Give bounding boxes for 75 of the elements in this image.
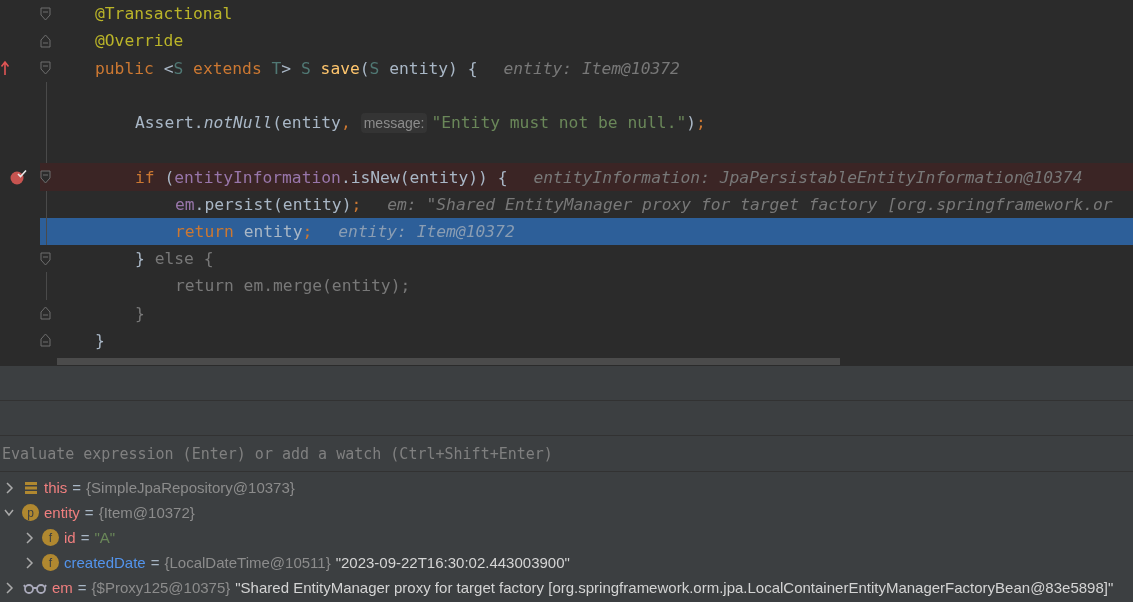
code-token: T [271,58,282,78]
inline-value-hint: em: "Shared EntityManager proxy for target factory [org.springframework.or [387,194,1113,214]
variable-value: "2023-09-22T16:30:02.443003900" [335,554,570,571]
code-token: } [95,330,105,350]
equals-sign: = [77,579,87,596]
code-token: entity) { [389,58,478,78]
equals-sign: = [80,529,90,546]
fold-end-marker-icon[interactable] [40,33,51,48]
variable-reference: {LocalDateTime@10511} [164,554,331,571]
parameter-hint: message: [360,112,428,133]
code-token: ( [164,167,175,187]
equals-sign: = [72,479,82,496]
code-token: ; [696,113,706,133]
variable-value: "A" [94,529,116,546]
variable-name: id [64,529,76,546]
code-token: else { [154,249,214,269]
field-icon: f [42,554,59,571]
variable-name: em [52,579,73,596]
variable-name: createdDate [64,554,146,571]
code-token: S [369,58,380,78]
code-token: ( [359,58,370,78]
code-token: .persist(entity) [194,194,352,214]
chevron-right-icon[interactable] [4,481,14,494]
parameter-icon: p [22,504,39,521]
code-token: "Entity must not be null." [431,113,687,133]
code-token: < [163,58,174,78]
code-token: return em.merge(entity); [175,276,411,296]
variable-value: "Shared EntityManager proxy for target factory [org.springframework.orm.jpa.LocalContainerEntityManagerFactoryBean@83e5898]" [235,579,1114,596]
code-token: S [300,58,311,78]
field-icon: f [42,529,59,546]
code-token: ; [351,194,362,214]
evaluate-expression-field[interactable]: Evaluate expression (Enter) or add a watch (Ctrl+Shift+Enter) [0,444,1133,463]
inline-value-hint: entity: Item@10372 [503,58,680,78]
code-token: public [95,58,154,78]
code-token: if [135,167,155,187]
code-token: Assert. [135,113,204,133]
variable-reference: {Item@10372} [98,504,195,521]
fold-end-marker-icon[interactable] [40,306,51,321]
variable-name: entity [44,504,80,521]
variable-name: this [44,479,68,496]
code-token: em [175,194,195,214]
code-token: return [175,222,234,241]
code-token: ; [302,222,313,241]
code-token: extends [193,58,262,78]
chevron-right-icon[interactable] [4,581,14,594]
chevron-right-icon[interactable] [24,531,34,544]
inline-value-hint: entity: Item@10372 [338,222,515,241]
code-token: @Transactional [95,4,233,24]
fold-marker-icon[interactable] [40,6,51,21]
code-token: ) [686,113,697,133]
equals-sign: = [84,504,94,521]
code-token: notNull [203,113,273,133]
fold-marker-icon[interactable] [40,251,51,266]
variable-reference: {$Proxy125@10375} [91,579,231,596]
code-token: } [135,303,145,323]
breakpoint-icon[interactable] [10,169,28,185]
code-token: .isNew(entity)) { [340,167,508,187]
code-token: , [340,113,351,133]
code-token: (entity [272,113,341,133]
stacked-bars-icon [23,479,39,496]
up-arrow-icon[interactable] [0,60,10,77]
variable-reference: {SimpleJpaRepository@10373} [86,479,295,496]
code-token: > [281,58,292,78]
fold-end-marker-icon[interactable] [40,333,51,348]
code-token: save [320,58,360,78]
code-token: S [173,58,184,78]
fold-marker-icon[interactable] [40,61,51,76]
code-token: } [135,249,145,269]
code-token: entityInformation [174,167,341,187]
equals-sign: = [150,554,160,571]
code-token: entity [243,222,303,241]
code-token: @Override [95,31,184,51]
chevron-right-icon[interactable] [24,556,34,569]
inline-value-hint: entityInformation: JpaPersistableEntityInformation@10374 [533,167,1083,187]
fold-marker-icon[interactable] [40,170,51,184]
